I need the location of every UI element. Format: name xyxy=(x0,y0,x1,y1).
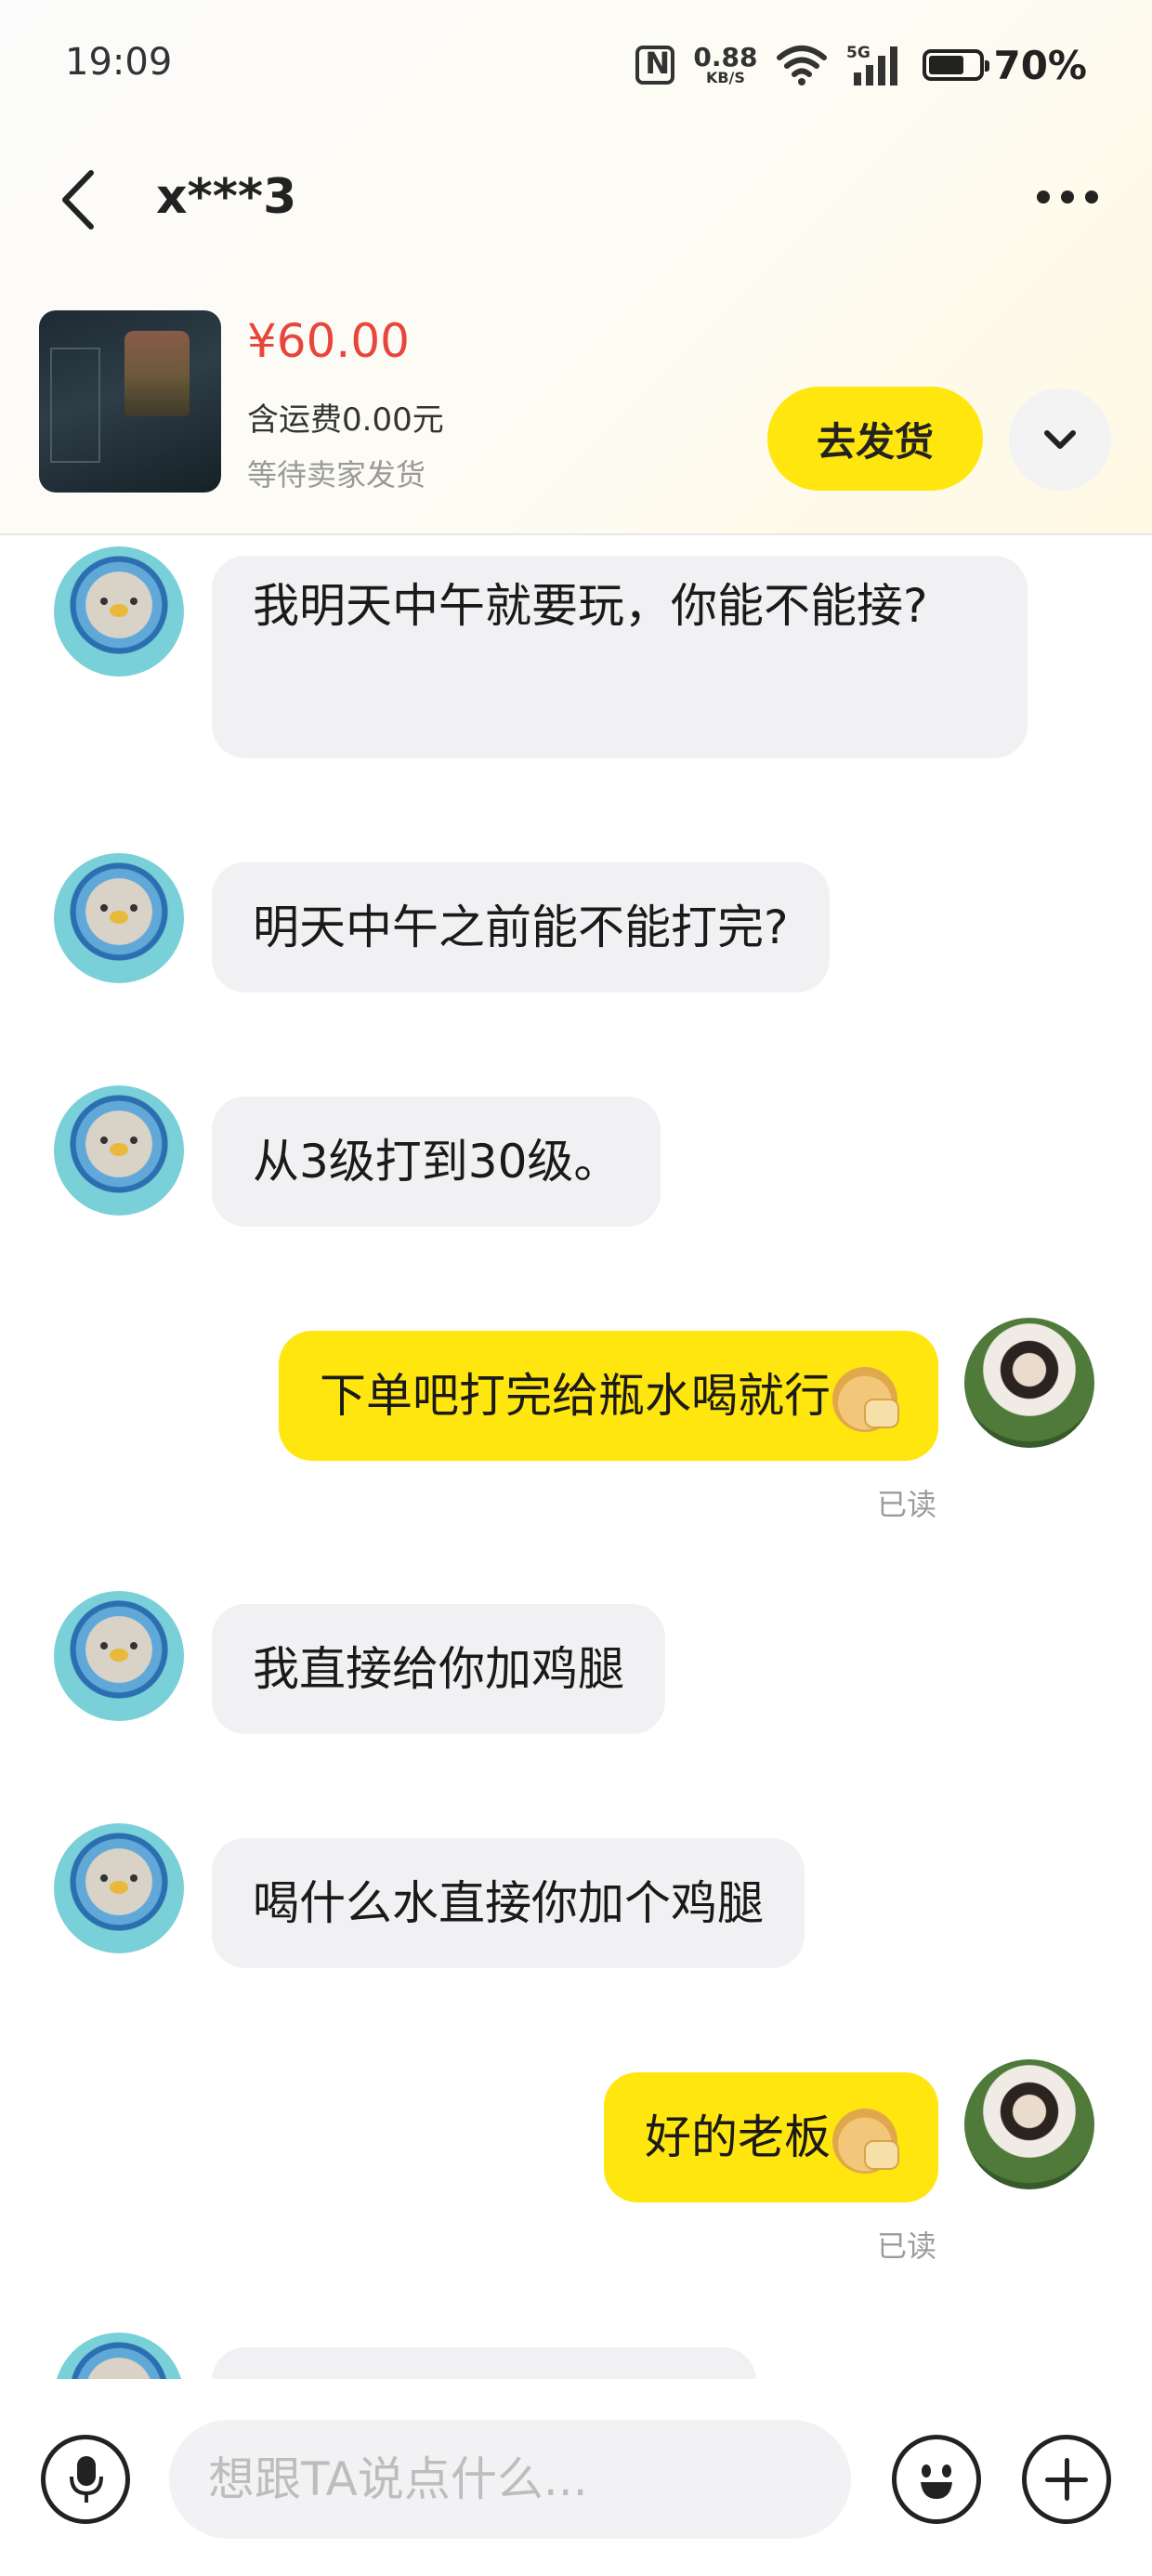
partner-avatar[interactable] xyxy=(54,1085,184,1216)
chat-partner-name: x***3 xyxy=(156,169,297,225)
partner-avatar[interactable] xyxy=(54,546,184,677)
network-speed: 0.88 KB/S xyxy=(693,45,757,85)
status-time: 19:09 xyxy=(65,41,173,84)
battery-indicator: 70% xyxy=(923,43,1087,88)
status-icons: 0.88 KB/S 5G xyxy=(635,37,1087,93)
ship-button[interactable]: 去发货 xyxy=(767,387,983,491)
message-text: 下单吧打完给瓶水喝就行 xyxy=(320,1369,831,1423)
partner-avatar[interactable] xyxy=(54,1591,184,1721)
expand-order-button[interactable] xyxy=(1009,388,1111,491)
network-type-label: 5G xyxy=(846,44,871,62)
message-text: 好的老板 xyxy=(645,2110,831,2164)
message-bubble-incoming: 我明天中午就要玩，你能不能接? xyxy=(212,556,1028,758)
network-speed-unit: KB/S xyxy=(705,69,745,86)
shipping-fee: 含运费0.00元 xyxy=(247,401,444,439)
order-price: ¥60.00 xyxy=(247,314,410,368)
doge-thumbs-up-emoji xyxy=(832,1366,899,1432)
my-avatar[interactable] xyxy=(964,1318,1094,1448)
message-bubble-incoming: 我直接给你加鸡腿 xyxy=(212,1604,665,1734)
battery-icon xyxy=(923,49,990,81)
battery-percent: 70% xyxy=(993,42,1087,88)
message-bubble-incoming: 明天中午之前能不能打完? xyxy=(212,862,830,992)
nfc-icon xyxy=(635,46,675,85)
partner-avatar[interactable] xyxy=(54,1823,184,1953)
message-bubble-incoming: 喝什么水直接你加个鸡腿 xyxy=(212,1838,805,1968)
emoji-button[interactable] xyxy=(892,2435,981,2524)
order-status: 等待卖家发货 xyxy=(247,457,426,493)
battery-fill xyxy=(929,56,963,74)
network-speed-value: 0.88 xyxy=(693,42,758,72)
add-button[interactable] xyxy=(1022,2435,1111,2524)
partner-avatar[interactable] xyxy=(54,853,184,983)
smiley-icon xyxy=(921,2464,952,2499)
status-bar: 19:09 0.88 KB/S 5G xyxy=(0,0,1152,139)
doge-thumbs-up-emoji xyxy=(832,2108,899,2174)
more-horizontal-icon[interactable] xyxy=(1037,191,1098,204)
my-avatar[interactable] xyxy=(964,2059,1094,2189)
microphone-icon xyxy=(70,2456,103,2503)
message-bubble-outgoing: 下单吧打完给瓶水喝就行 xyxy=(279,1331,938,1461)
signal-5g-icon: 5G xyxy=(846,43,904,87)
wifi-icon xyxy=(776,45,828,85)
read-receipt: 已读 xyxy=(877,1487,937,1522)
message-bubble-outgoing: 好的老板 xyxy=(604,2072,938,2202)
message-bubble-incoming: 从3级打到30级。 xyxy=(212,1097,661,1227)
top-area: 19:09 0.88 KB/S 5G xyxy=(0,0,1152,535)
voice-button[interactable] xyxy=(41,2435,130,2524)
read-receipt: 已读 xyxy=(877,2228,937,2264)
message-input[interactable] xyxy=(169,2420,851,2539)
product-thumbnail[interactable] xyxy=(39,310,221,493)
chevron-down-icon xyxy=(1044,430,1076,449)
chevron-left-icon[interactable] xyxy=(56,167,102,232)
